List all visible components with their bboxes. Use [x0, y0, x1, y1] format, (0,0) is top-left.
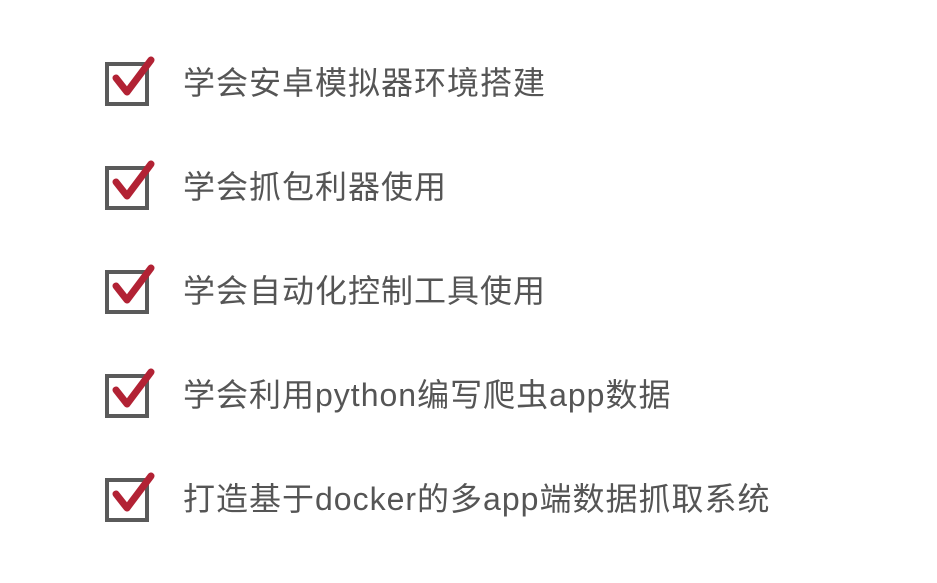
checked-checkbox-icon	[105, 372, 151, 418]
list-item: 学会安卓模拟器环境搭建	[105, 60, 937, 106]
list-item: 打造基于docker的多app端数据抓取系统	[105, 476, 937, 522]
checked-checkbox-icon	[105, 476, 151, 522]
list-item-label: 学会抓包利器使用	[183, 168, 447, 206]
checked-checkbox-icon	[105, 164, 151, 210]
list-item-label: 学会利用python编写爬虫app数据	[183, 376, 671, 414]
list-item: 学会利用python编写爬虫app数据	[105, 372, 937, 418]
list-item-label: 打造基于docker的多app端数据抓取系统	[183, 480, 770, 518]
checked-checkbox-icon	[105, 268, 151, 314]
checklist: 学会安卓模拟器环境搭建 学会抓包利器使用 学会自动化控制工具使用 学会利用pyt…	[105, 60, 937, 522]
list-item-label: 学会自动化控制工具使用	[183, 272, 546, 310]
list-item: 学会自动化控制工具使用	[105, 268, 937, 314]
list-item-label: 学会安卓模拟器环境搭建	[183, 64, 546, 102]
checked-checkbox-icon	[105, 60, 151, 106]
list-item: 学会抓包利器使用	[105, 164, 937, 210]
